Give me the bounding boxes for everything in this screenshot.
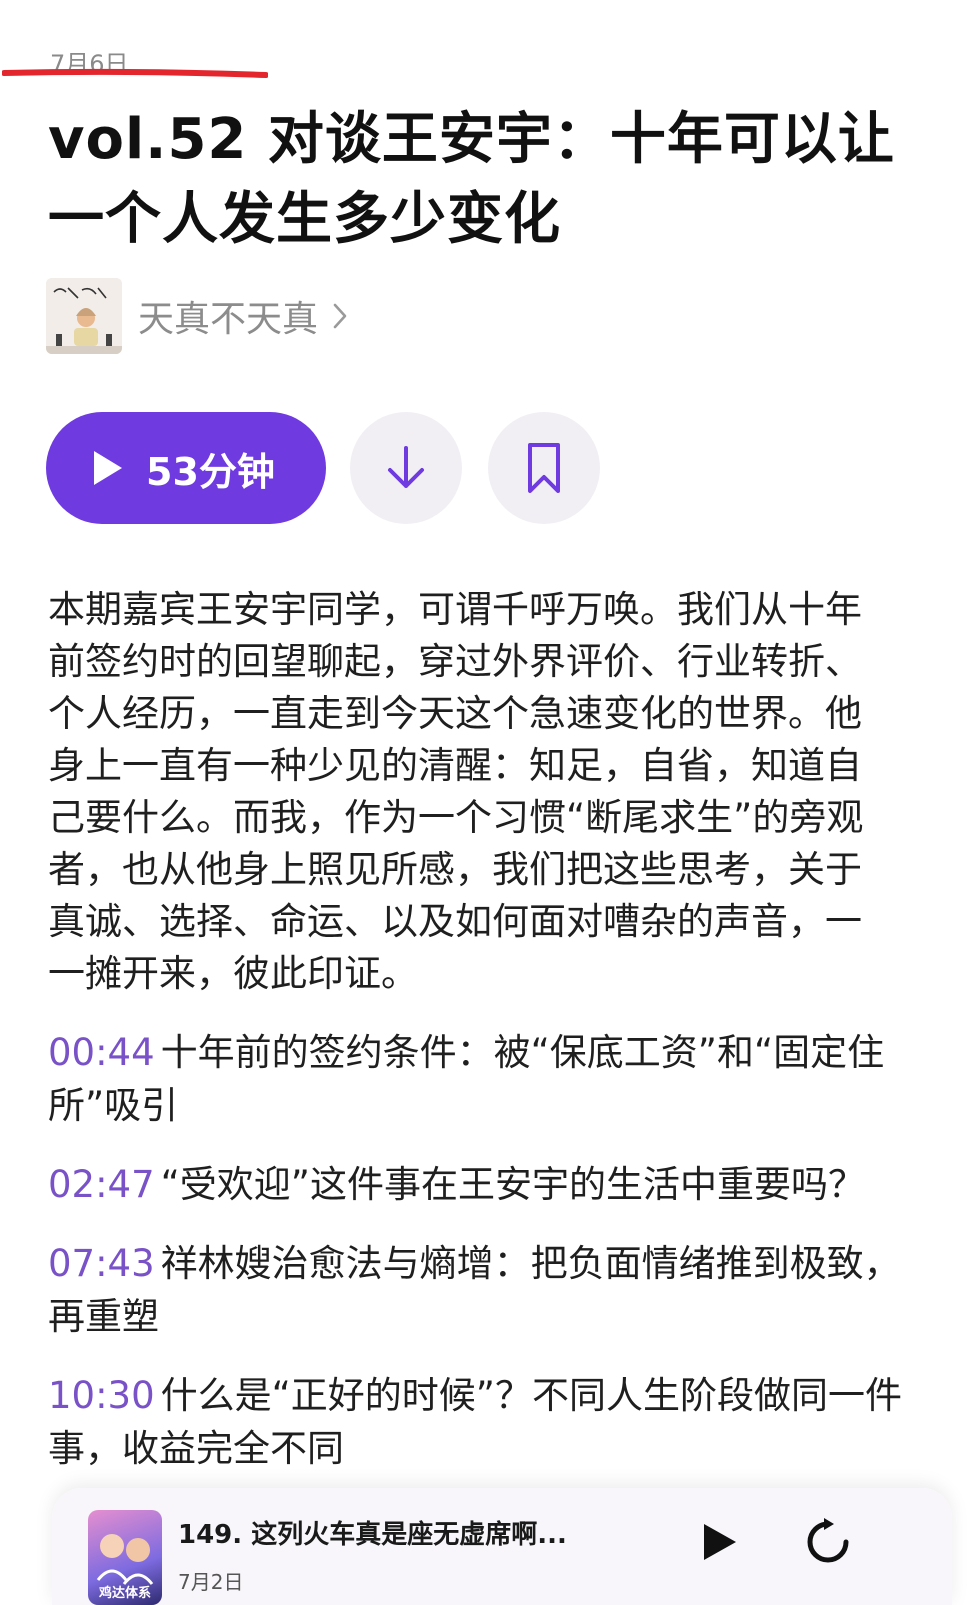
mini-cover-label: 鸡达体系 xyxy=(98,1586,151,1601)
chapter-item[interactable]: 10:30 什么是“正好的时候”？不同人生阶段做同一件事，收益完全不同 xyxy=(48,1369,918,1475)
skip-forward-icon[interactable] xyxy=(804,1514,852,1570)
mini-player-cover: 鸡达体系 xyxy=(88,1510,162,1605)
podcast-cover-icon xyxy=(46,278,122,354)
chapter-text: 祥林嫂治愈法与熵增：把负面情绪推到极致，再重塑 xyxy=(48,1242,901,1338)
chapter-timestamp[interactable]: 07:43 xyxy=(48,1242,155,1285)
mini-player-date: 7月2日 xyxy=(178,1570,244,1594)
chapter-text: 什么是“正好的时候”？不同人生阶段做同一件事，收益完全不同 xyxy=(48,1374,902,1470)
chapter-timestamp[interactable]: 02:47 xyxy=(48,1163,155,1206)
episode-description: 本期嘉宾王安宇同学，可谓千呼万唤。我们从十年前签约时的回望聊起，穿过外界评价、行… xyxy=(48,588,864,995)
chapter-text: “受欢迎”这件事在王安宇的生活中重要吗？ xyxy=(160,1163,865,1206)
bookmark-button[interactable] xyxy=(488,412,600,524)
bookmark-icon xyxy=(528,443,560,493)
chapter-text: 十年前的签约条件：被“保底工资”和“固定住所”吸引 xyxy=(48,1031,885,1127)
play-icon[interactable] xyxy=(700,1520,740,1564)
download-button[interactable] xyxy=(350,412,462,524)
play-icon xyxy=(94,451,122,485)
chapter-item[interactable]: 02:47 “受欢迎”这件事在王安宇的生活中重要吗？ xyxy=(48,1158,918,1211)
channel-link[interactable]: 天真不天真 xyxy=(46,278,348,354)
mini-player-title: 149. 这列火车真是座无虚席啊... xyxy=(178,1520,567,1550)
episode-title: vol.52 对谈王安宇：十年可以让一个人发生多少变化 xyxy=(48,107,895,252)
chevron-right-icon xyxy=(333,303,347,329)
chapter-timestamp[interactable]: 10:30 xyxy=(48,1374,155,1417)
duration-label: 53分钟 xyxy=(146,449,275,494)
red-underline-annotation xyxy=(2,68,268,78)
chapter-timestamp[interactable]: 00:44 xyxy=(48,1031,155,1074)
chapter-item[interactable]: 07:43 祥林嫂治愈法与熵增：把负面情绪推到极致，再重塑 xyxy=(48,1237,918,1343)
chapter-item[interactable]: 00:44 十年前的签约条件：被“保底工资”和“固定住所”吸引 xyxy=(48,1026,918,1132)
chapter-list: 00:44 十年前的签约条件：被“保底工资”和“固定住所”吸引 02:47 “受欢迎… xyxy=(48,1026,918,1501)
mini-player[interactable]: 鸡达体系 149. 这列火车真是座无虚席啊... 7月2日 xyxy=(52,1488,952,1605)
download-icon xyxy=(388,446,424,488)
play-episode-button[interactable]: 53分钟 xyxy=(46,412,326,524)
channel-name: 天真不天真 xyxy=(138,299,319,340)
